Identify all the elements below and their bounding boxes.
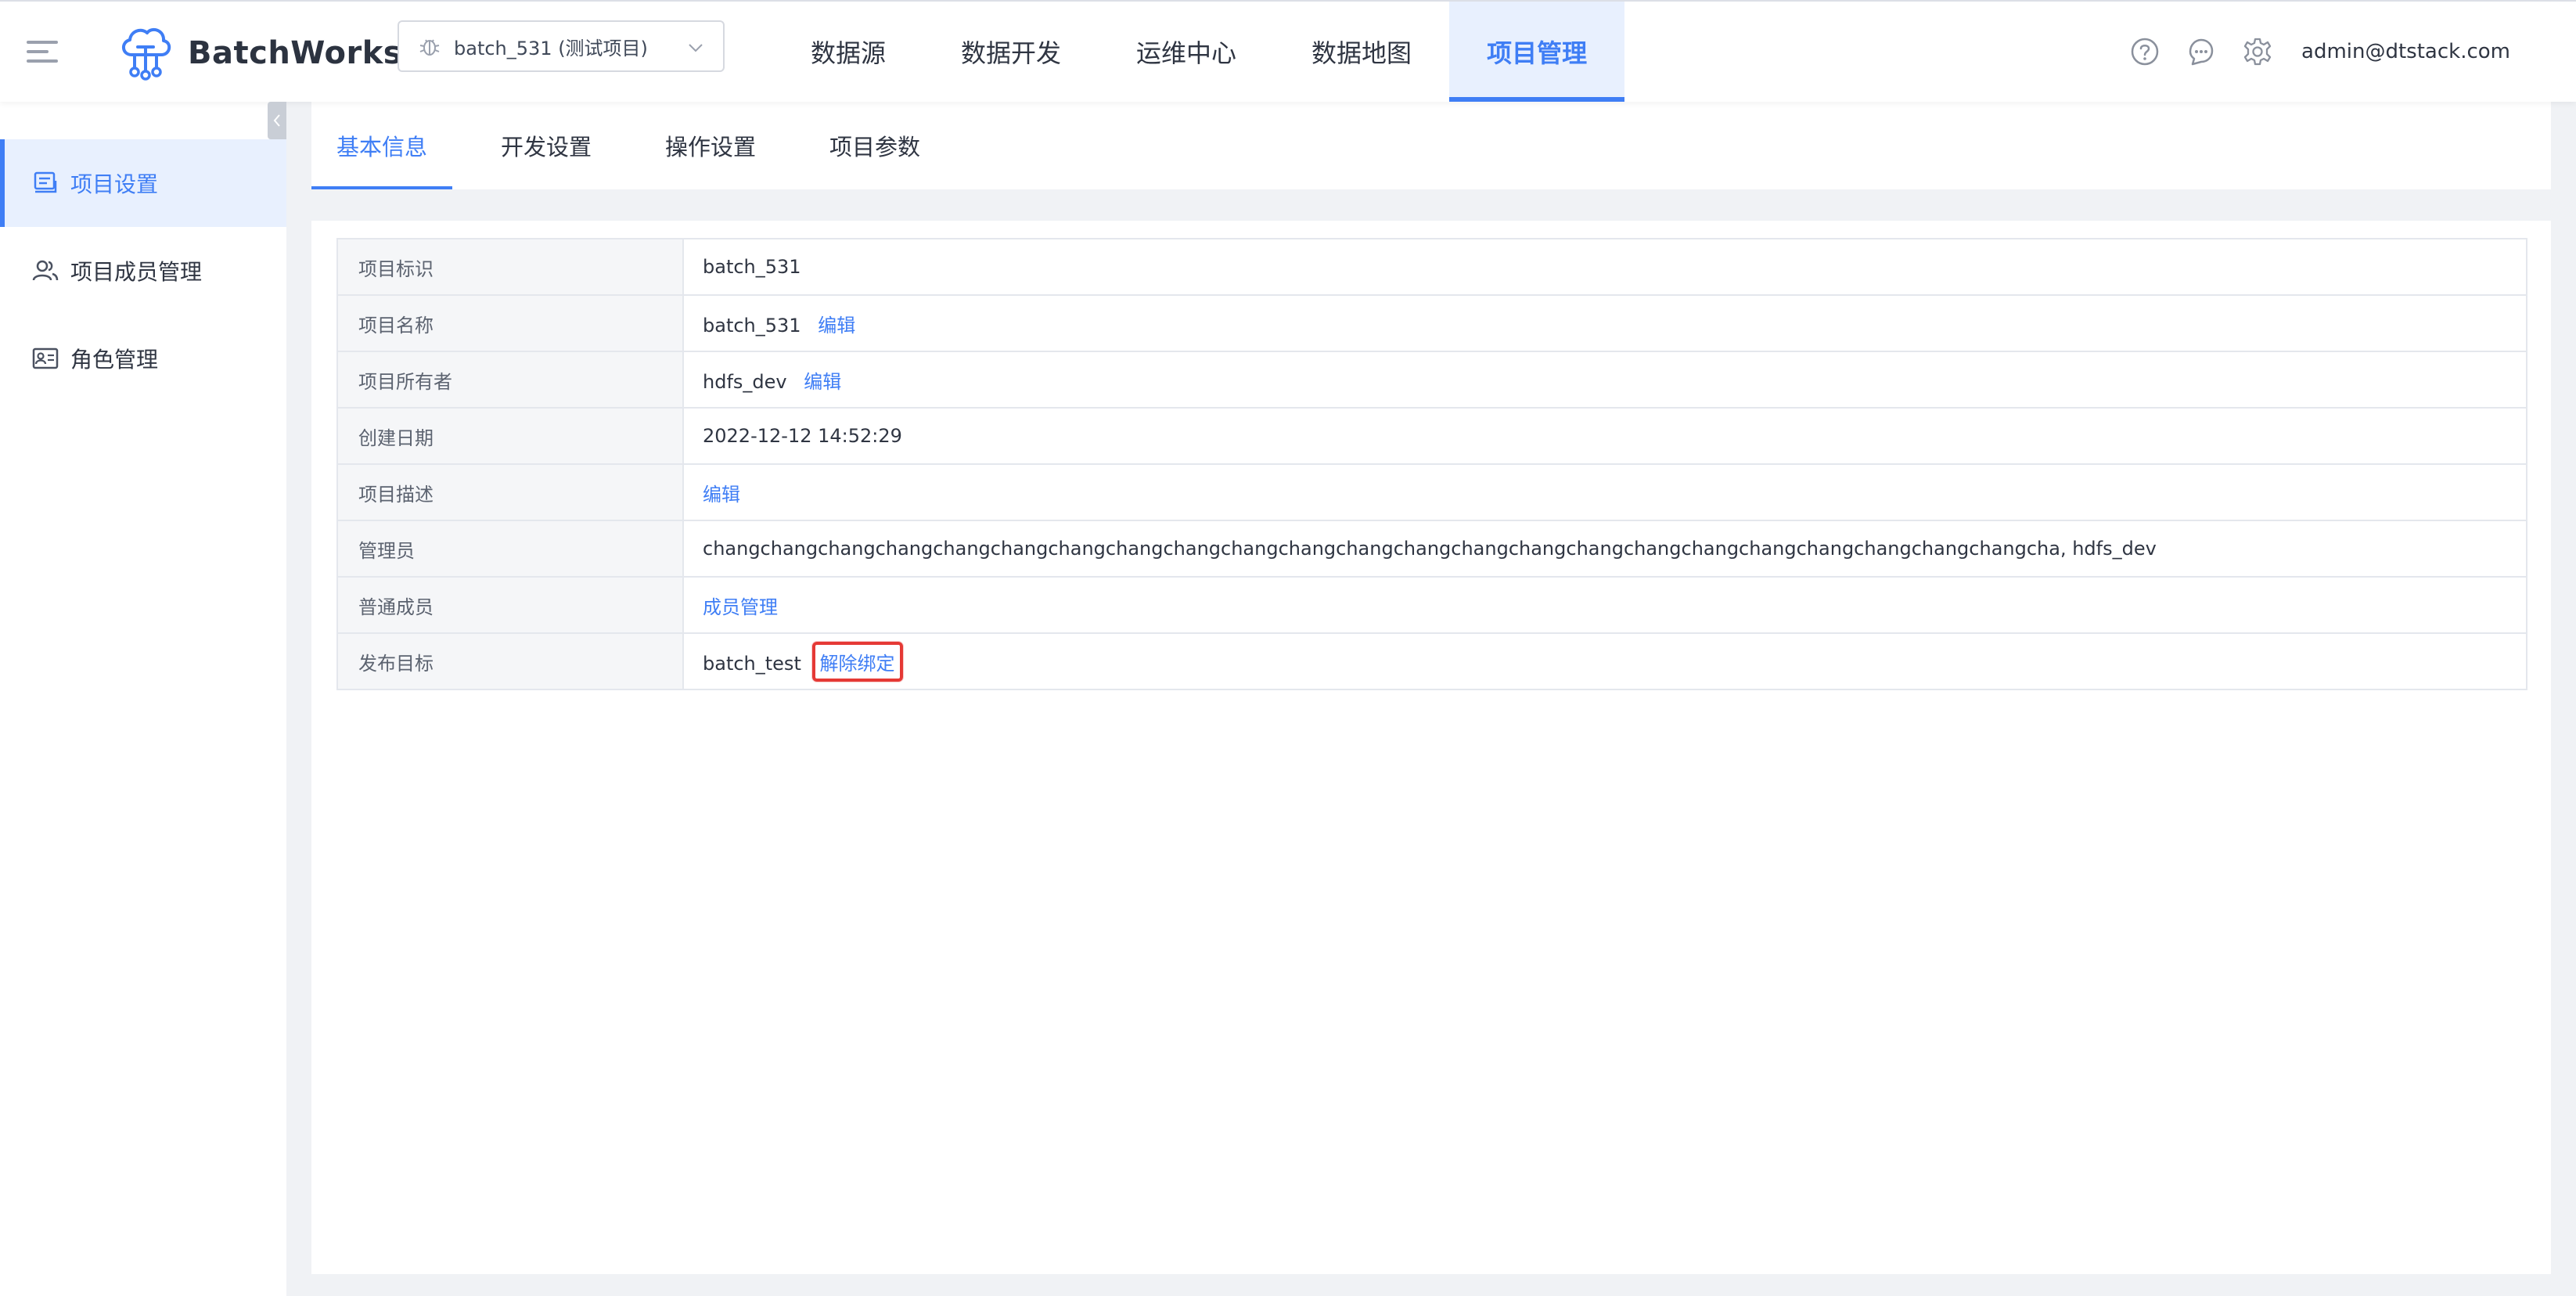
row-label: 管理员 bbox=[336, 520, 684, 578]
project-select-value: batch_531 (测试项目) bbox=[454, 37, 648, 59]
row-label: 普通成员 bbox=[336, 576, 684, 634]
row-value: batch_531 编辑 bbox=[682, 294, 2527, 352]
row-value: 编辑 bbox=[682, 463, 2527, 521]
app-logo[interactable]: BatchWorks bbox=[117, 23, 402, 83]
help-icon[interactable] bbox=[2129, 36, 2160, 67]
message-icon[interactable] bbox=[2186, 36, 2217, 67]
member-management-link[interactable]: 成员管理 bbox=[703, 596, 778, 618]
publish-target-value: batch_test bbox=[703, 652, 801, 675]
row-value: batch_531 bbox=[682, 238, 2527, 296]
user-account[interactable]: admin@dtstack.com bbox=[2301, 40, 2510, 63]
header-actions: admin@dtstack.com bbox=[2104, 2, 2510, 102]
unbind-button[interactable]: 解除绑定 bbox=[811, 641, 903, 682]
row-label: 项目名称 bbox=[336, 294, 684, 352]
edit-description-link[interactable]: 编辑 bbox=[703, 484, 740, 506]
users-icon bbox=[32, 260, 59, 281]
edit-owner-link[interactable]: 编辑 bbox=[804, 371, 841, 393]
bug-icon bbox=[419, 39, 440, 56]
menu-toggle-icon[interactable] bbox=[27, 36, 58, 67]
sidebar-item-label: 角色管理 bbox=[70, 347, 159, 373]
sidebar-item-label: 项目成员管理 bbox=[70, 259, 203, 285]
row-value: batch_test 解除绑定 bbox=[682, 632, 2527, 690]
top-nav: 数据源 数据开发 运维中心 数据地图 项目管理 bbox=[773, 2, 1625, 102]
table-row: 发布目标 batch_test 解除绑定 bbox=[336, 632, 2527, 690]
tab-dev-settings[interactable]: 开发设置 bbox=[476, 102, 617, 189]
admins-value: changchangchangchangchangchangchangchang… bbox=[703, 538, 2157, 560]
project-id-value: batch_531 bbox=[703, 256, 801, 278]
table-row: 项目所有者 hdfs_dev 编辑 bbox=[336, 351, 2527, 409]
nav-data-development[interactable]: 数据开发 bbox=[923, 2, 1099, 102]
row-value: 成员管理 bbox=[682, 576, 2527, 634]
project-name-value: batch_531 bbox=[703, 314, 801, 337]
nav-project-management[interactable]: 项目管理 bbox=[1449, 2, 1625, 102]
top-header: BatchWorks batch_531 (测试项目) 数据源 数据开发 运维中… bbox=[0, 0, 2576, 102]
table-row: 创建日期 2022-12-12 14:52:29 bbox=[336, 407, 2527, 465]
gear-icon[interactable] bbox=[2242, 36, 2273, 67]
tab-project-params[interactable]: 项目参数 bbox=[804, 102, 945, 189]
row-label: 项目标识 bbox=[336, 238, 684, 296]
sidebar-menu: 项目设置 项目成员管理 角色管理 bbox=[0, 139, 286, 402]
project-select[interactable]: batch_531 (测试项目) bbox=[398, 20, 725, 72]
sidebar-collapse-button[interactable] bbox=[268, 102, 286, 139]
table-row: 项目标识 batch_531 bbox=[336, 238, 2527, 296]
table-row: 项目描述 编辑 bbox=[336, 463, 2527, 521]
nav-operations-center[interactable]: 运维中心 bbox=[1099, 2, 1274, 102]
row-label: 发布目标 bbox=[336, 632, 684, 690]
table-row: 项目名称 batch_531 编辑 bbox=[336, 294, 2527, 352]
row-value: changchangchangchangchangchangchangchang… bbox=[682, 520, 2527, 578]
row-label: 项目描述 bbox=[336, 463, 684, 521]
nav-datasource[interactable]: 数据源 bbox=[773, 2, 923, 102]
owner-value: hdfs_dev bbox=[703, 370, 787, 393]
content-tabs: 基本信息 开发设置 操作设置 项目参数 bbox=[311, 102, 2551, 189]
sidebar-item-project-settings[interactable]: 项目设置 bbox=[0, 139, 286, 227]
row-value: hdfs_dev 编辑 bbox=[682, 351, 2527, 409]
row-label: 项目所有者 bbox=[336, 351, 684, 409]
sidebar-item-label: 项目设置 bbox=[70, 171, 159, 197]
main-content: 基本信息 开发设置 操作设置 项目参数 项目标识 batch_531 项目名称 … bbox=[311, 102, 2551, 1274]
tab-basic-info[interactable]: 基本信息 bbox=[311, 102, 453, 189]
sidebar: 项目设置 项目成员管理 角色管理 bbox=[0, 102, 286, 1296]
app-name: BatchWorks bbox=[188, 35, 403, 71]
sidebar-item-member-management[interactable]: 项目成员管理 bbox=[0, 227, 286, 315]
table-row: 管理员 changchangchangchangchangchangchangc… bbox=[336, 520, 2527, 578]
tab-divider bbox=[311, 189, 2551, 221]
project-info-table: 项目标识 batch_531 项目名称 batch_531 编辑 项目所有者 h… bbox=[336, 238, 2527, 690]
chevron-left-icon bbox=[273, 114, 280, 127]
chevron-down-icon bbox=[689, 44, 703, 52]
row-label: 创建日期 bbox=[336, 407, 684, 465]
nav-data-map[interactable]: 数据地图 bbox=[1274, 2, 1449, 102]
table-row: 普通成员 成员管理 bbox=[336, 576, 2527, 634]
edit-project-name-link[interactable]: 编辑 bbox=[818, 315, 855, 337]
id-card-icon bbox=[32, 347, 59, 369]
created-date-value: 2022-12-12 14:52:29 bbox=[703, 425, 902, 447]
sidebar-item-role-management[interactable]: 角色管理 bbox=[0, 315, 286, 402]
settings-box-icon bbox=[34, 171, 57, 193]
row-value: 2022-12-12 14:52:29 bbox=[682, 407, 2527, 465]
cloud-network-logo-icon bbox=[122, 27, 171, 81]
tab-operation-settings[interactable]: 操作设置 bbox=[640, 102, 781, 189]
